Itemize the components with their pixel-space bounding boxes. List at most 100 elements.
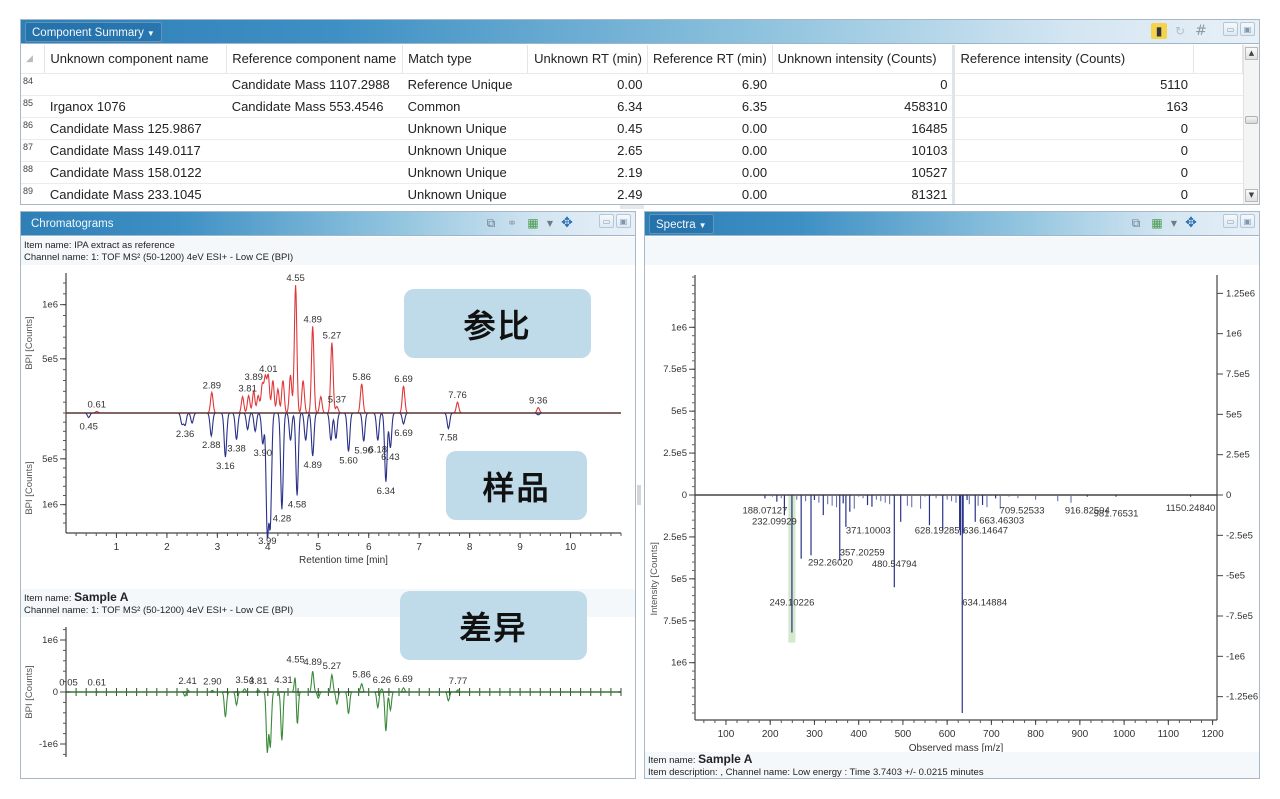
minimize-button[interactable]: ▭ xyxy=(599,214,614,228)
cell-unknown-rt[interactable]: 2.49 xyxy=(527,183,648,204)
table-row[interactable]: 84 Candidate Mass 1107.2988 Reference Uniq… xyxy=(21,73,1243,96)
select-all-corner[interactable]: ◢ xyxy=(21,45,46,74)
cell-match-type[interactable]: Unknown Unique xyxy=(402,161,528,184)
row-number[interactable]: 88 xyxy=(21,161,45,184)
minimize-button[interactable]: ▭ xyxy=(1223,22,1238,36)
cell-unknown-rt[interactable]: 2.65 xyxy=(527,139,648,162)
cell-reference-name[interactable] xyxy=(226,183,403,204)
export-image-icon[interactable]: ▦ xyxy=(525,215,541,231)
maximize-button[interactable]: ▣ xyxy=(616,214,631,228)
peak-label: 371.10003 xyxy=(846,526,891,537)
cell-reference-intensity[interactable]: 0 xyxy=(953,183,1194,204)
y-tick-label-right: -7.5e5 xyxy=(1226,611,1253,622)
table-row[interactable]: 86 Candidate Mass 125.9867 Unknown Unique 0… xyxy=(21,117,1243,140)
row-number[interactable]: 89 xyxy=(21,183,45,204)
column-header[interactable]: Reference intensity (Counts) xyxy=(953,45,1194,74)
column-header[interactable]: Unknown intensity (Counts) xyxy=(772,45,956,74)
cell-reference-name[interactable] xyxy=(226,139,403,162)
cell-unknown-rt[interactable]: 0.45 xyxy=(527,117,648,140)
cell-match-type[interactable]: Unknown Unique xyxy=(402,139,528,162)
cell-unknown-name[interactable]: Candidate Mass 125.9867 xyxy=(44,117,227,140)
cell-match-type[interactable]: Reference Unique xyxy=(402,73,528,96)
copy-icon[interactable]: ⧉ xyxy=(1128,215,1144,231)
y-tick-label-left: 7.5e5 xyxy=(663,364,687,375)
row-number[interactable]: 84 xyxy=(21,73,45,96)
cell-reference-rt[interactable]: 6.35 xyxy=(647,95,773,118)
cell-reference-intensity[interactable]: 5110 xyxy=(953,73,1194,96)
row-number[interactable]: 87 xyxy=(21,139,45,162)
cell-match-type[interactable]: Unknown Unique xyxy=(402,183,528,204)
column-header[interactable]: Unknown RT (min) xyxy=(527,45,648,74)
item-name-label: Item name: xyxy=(648,755,696,766)
x-tick-label: 100 xyxy=(718,729,735,740)
cell-unknown-rt[interactable]: 2.19 xyxy=(527,161,648,184)
table-scrollbar[interactable]: ▲ ▼ xyxy=(1243,45,1259,204)
scroll-down-button[interactable]: ▼ xyxy=(1245,189,1258,202)
bar-chart-icon[interactable]: ▮ xyxy=(1151,23,1167,39)
cell-unknown-name[interactable]: Irganox 1076 xyxy=(44,95,227,118)
horizontal-splitter[interactable] xyxy=(620,205,644,209)
cell-reference-rt[interactable]: 0.00 xyxy=(647,183,773,204)
x-tick-label: 8 xyxy=(467,542,473,553)
row-number[interactable]: 86 xyxy=(21,117,45,140)
cell-reference-intensity[interactable]: 0 xyxy=(953,161,1194,184)
move-arrows-icon[interactable]: ✥ xyxy=(1183,215,1199,231)
chevron-down-icon[interactable]: ▼ xyxy=(546,215,554,231)
cell-reference-name[interactable] xyxy=(226,117,403,140)
cell-reference-rt[interactable]: 0.00 xyxy=(647,117,773,140)
peak-label: 1150.24840 xyxy=(1166,503,1216,514)
y-tick-label-left: 7.5e5 xyxy=(663,616,687,627)
refresh-icon[interactable]: ↻ xyxy=(1172,23,1188,39)
scroll-up-button[interactable]: ▲ xyxy=(1245,47,1258,60)
maximize-button[interactable]: ▣ xyxy=(1240,214,1255,228)
vertical-splitter[interactable] xyxy=(637,485,641,505)
cell-unknown-name[interactable] xyxy=(44,73,227,96)
cell-unknown-intensity[interactable]: 16485 xyxy=(772,117,956,140)
cell-reference-intensity[interactable]: 0 xyxy=(953,117,1194,140)
cell-unknown-intensity[interactable]: 458310 xyxy=(772,95,956,118)
cell-match-type[interactable]: Unknown Unique xyxy=(402,117,528,140)
table-row[interactable]: 89 Candidate Mass 233.1045 Unknown Unique 2… xyxy=(21,183,1243,204)
cell-unknown-rt[interactable]: 6.34 xyxy=(527,95,648,118)
cell-unknown-name[interactable]: Candidate Mass 233.1045 xyxy=(44,183,227,204)
cell-unknown-name[interactable]: Candidate Mass 149.0117 xyxy=(44,139,227,162)
cell-reference-rt[interactable]: 0.00 xyxy=(647,139,773,162)
copy-icon[interactable]: ⧉ xyxy=(483,215,499,231)
table-row[interactable]: 85 Irganox 1076 Candidate Mass 553.4546 Com… xyxy=(21,95,1243,118)
cell-unknown-rt[interactable]: 0.00 xyxy=(527,73,648,96)
table-row[interactable]: 88 Candidate Mass 158.0122 Unknown Unique 2… xyxy=(21,161,1243,184)
peak-label: 4.89 xyxy=(303,314,322,325)
row-number[interactable]: 85 xyxy=(21,95,45,118)
maximize-button[interactable]: ▣ xyxy=(1240,22,1255,36)
cell-reference-intensity[interactable]: 163 xyxy=(953,95,1194,118)
peak-label: 636.14647 xyxy=(963,526,1008,537)
cell-unknown-name[interactable]: Candidate Mass 158.0122 xyxy=(44,161,227,184)
link-icon[interactable]: ⚭ xyxy=(504,215,520,231)
column-header[interactable]: Match type xyxy=(402,45,529,74)
column-header[interactable]: Reference component name xyxy=(226,45,404,74)
cell-reference-intensity[interactable]: 0 xyxy=(953,139,1194,162)
column-header[interactable]: Unknown component name xyxy=(44,45,228,74)
cell-reference-name[interactable]: Candidate Mass 553.4546 xyxy=(226,95,403,118)
peak-label: 6.43 xyxy=(381,452,400,463)
chevron-down-icon[interactable]: ▼ xyxy=(1170,215,1178,231)
cell-unknown-intensity[interactable]: 0 xyxy=(772,73,956,96)
cell-reference-rt[interactable]: 6.90 xyxy=(647,73,773,96)
column-header[interactable]: Reference RT (min) xyxy=(647,45,773,74)
cell-match-type[interactable]: Common xyxy=(402,95,528,118)
cell-unknown-intensity[interactable]: 10103 xyxy=(772,139,956,162)
grid-hash-icon[interactable]: # xyxy=(1193,23,1209,39)
peak-label: 0.61 xyxy=(88,399,107,410)
cell-unknown-intensity[interactable]: 10527 xyxy=(772,161,956,184)
export-image-icon[interactable]: ▦ xyxy=(1149,215,1165,231)
minimize-button[interactable]: ▭ xyxy=(1223,214,1238,228)
table-row[interactable]: 87 Candidate Mass 149.0117 Unknown Unique 2… xyxy=(21,139,1243,162)
cell-unknown-intensity[interactable]: 81321 xyxy=(772,183,956,204)
component-summary-menu[interactable]: Component Summary ▼ xyxy=(25,22,162,42)
cell-reference-name[interactable]: Candidate Mass 1107.2988 xyxy=(226,73,403,96)
cell-reference-rt[interactable]: 0.00 xyxy=(647,161,773,184)
cell-reference-name[interactable] xyxy=(226,161,403,184)
scroll-thumb[interactable] xyxy=(1245,116,1258,124)
spectra-menu[interactable]: Spectra ▼ xyxy=(649,214,714,234)
move-arrows-icon[interactable]: ✥ xyxy=(559,215,575,231)
